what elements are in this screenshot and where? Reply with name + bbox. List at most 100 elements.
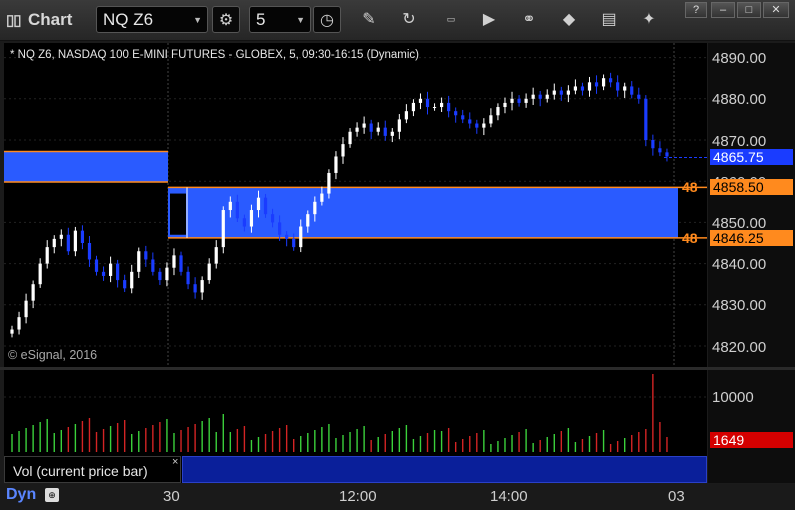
link-icon[interactable]: ⚭ — [515, 6, 543, 33]
minimize-button[interactable]: – — [711, 2, 735, 18]
candle-body — [116, 263, 120, 281]
close-icon[interactable]: × — [172, 456, 178, 468]
clock-icon[interactable]: ◷ — [313, 6, 341, 33]
volume-canvas[interactable] — [4, 370, 707, 456]
candle-body — [158, 271, 162, 281]
price-tick: 4830.00 — [712, 297, 767, 314]
candle-body — [623, 86, 627, 91]
dynamic-mode-label[interactable]: Dyn — [6, 486, 36, 504]
help-button[interactable]: ? — [685, 2, 707, 18]
price-tick: 4870.00 — [712, 133, 767, 150]
candle-body — [292, 238, 296, 248]
candle-body — [496, 107, 500, 116]
candle-body — [362, 123, 366, 128]
price-chart-pane[interactable] — [4, 43, 707, 367]
zone-bottom-price-tag: 4846.25 — [710, 230, 793, 246]
candle-body — [179, 255, 183, 272]
opening-range-box — [170, 193, 186, 235]
candle-body — [144, 251, 148, 260]
candle-body — [80, 230, 85, 243]
candle-body — [193, 284, 197, 293]
pencil-icon[interactable]: ✎ — [355, 6, 383, 33]
candle-body — [439, 102, 444, 108]
candle-body — [616, 82, 620, 91]
interval-value: 5 — [256, 10, 266, 29]
candle-body — [320, 193, 324, 202]
candle-body — [207, 263, 211, 281]
lock-icon[interactable]: ⊕ — [45, 488, 59, 502]
time-tick: 14:00 — [490, 488, 528, 505]
candle-body — [461, 115, 465, 120]
candle-body — [397, 119, 401, 132]
refresh-icon[interactable]: ↻ — [395, 6, 423, 33]
chart-info-label: * NQ Z6, NASDAQ 100 E-MINI FUTURES - GLO… — [10, 49, 420, 61]
candle-body — [390, 131, 394, 136]
candle-body — [38, 263, 42, 285]
candle-body — [214, 247, 218, 264]
candle-body — [510, 98, 514, 103]
candle-body — [101, 271, 106, 276]
copyright-label: © eSignal, 2016 — [8, 348, 98, 362]
candle-body — [31, 284, 35, 301]
interval-combo[interactable]: 5 ▼ — [249, 6, 311, 33]
candle-body — [594, 82, 599, 87]
candle-body — [66, 234, 70, 252]
candle-body — [278, 222, 282, 235]
candle-body — [482, 123, 486, 128]
candle-body — [256, 197, 261, 211]
price-chart-canvas[interactable] — [4, 43, 707, 367]
candle-body — [369, 123, 373, 132]
candle-body — [376, 127, 380, 132]
candle-body — [123, 280, 127, 289]
candle-body — [348, 131, 352, 145]
close-button[interactable]: ✕ — [763, 2, 789, 18]
candle-body — [45, 247, 49, 264]
candle-body — [355, 127, 359, 132]
candle-body — [306, 214, 310, 227]
volume-axis[interactable]: 10000 1649 — [708, 370, 795, 483]
price-tick: 4880.00 — [712, 91, 767, 108]
candle-body — [383, 127, 387, 136]
settings-gear-icon[interactable]: ⚙ — [212, 6, 240, 33]
symbol-combo[interactable]: NQ Z6 ▼ — [96, 6, 208, 33]
candle-body — [87, 243, 92, 260]
candle-body — [637, 94, 641, 99]
volume-legend[interactable]: Vol (current price bar) — [4, 456, 181, 483]
last-volume-tag: 1649 — [710, 432, 793, 448]
candle-body — [503, 102, 507, 108]
candle-body — [468, 119, 472, 124]
candle-body — [404, 111, 408, 120]
candle-body — [489, 115, 493, 124]
twitter-icon[interactable]: ✦ — [635, 6, 663, 33]
get-icon[interactable]: ▭ — [437, 6, 465, 33]
diamond-icon[interactable]: ◆ — [555, 6, 583, 33]
candle-body — [580, 86, 585, 91]
candle-body — [73, 230, 77, 252]
price-tick: 4890.00 — [712, 50, 767, 67]
last-price-tag: 4865.75 — [710, 149, 793, 165]
candle-body — [475, 123, 479, 128]
candle-body — [94, 259, 99, 272]
candle-body — [411, 102, 416, 112]
toolbar: ▯▯ Chart NQ Z6 ▼ ⚙ 5 ▼ ◷ ✎ ↻ ▭ ▶ ⚭ ◆ ▤ ✦… — [0, 0, 795, 41]
prior-zone — [4, 151, 168, 183]
price-tick: 4820.00 — [712, 339, 767, 356]
volume-study-strip[interactable] — [182, 456, 707, 483]
candle-body — [221, 210, 225, 248]
price-axis[interactable]: 4890.00 4880.00 4870.00 4860.00 4850.00 … — [708, 43, 795, 367]
candle-body — [137, 251, 141, 272]
candle-body — [186, 271, 190, 285]
time-tick: 30 — [163, 488, 180, 505]
candle-body — [425, 98, 430, 108]
symbol-value: NQ Z6 — [103, 10, 154, 29]
chevron-down-icon: ▼ — [193, 15, 202, 25]
candle-body — [418, 98, 423, 103]
candle-body — [130, 271, 134, 289]
candle-body — [108, 263, 113, 276]
maximize-button[interactable]: □ — [737, 2, 761, 18]
candle-body — [609, 78, 613, 83]
play-icon[interactable]: ▶ — [475, 6, 503, 33]
candle-body — [242, 218, 247, 227]
comment-icon[interactable]: ▤ — [595, 6, 623, 33]
candle-body — [285, 234, 289, 239]
